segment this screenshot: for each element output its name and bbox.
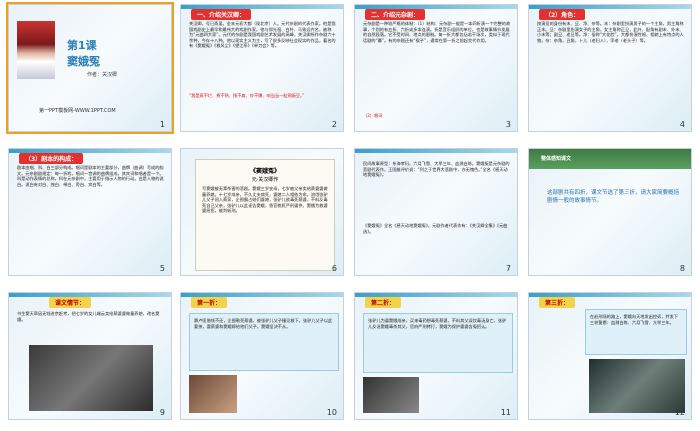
section-header: （2）角色： (539, 9, 586, 20)
slide-thumbnail-2[interactable]: 一、介绍关汉卿： 关汉卿，号已斋叟。金末元初大都（现北京）人。元代杂剧的代表作家… (180, 4, 344, 132)
slide-body-text: 赛卢医借钱不还，企图勒死蔡婆，被张驴儿父子撞见救下。张驴儿父子以此要挟，要蔡婆和… (194, 318, 333, 329)
slide-number: 4 (679, 120, 685, 129)
slide-body-text: 按演员的身份有末、旦、净、杂等。末：杂剧里扮演男子的一个主角，男主角称正末。旦：… (537, 21, 684, 43)
section-header: （3）剧本的构成： (19, 153, 84, 164)
slide-thumbnail-8[interactable]: 整体感知课文 这部剧共有四折，课文节选了第三折，请大家简要概括剧情一般的故事情节… (528, 148, 692, 276)
section-label: 第二折： (365, 297, 402, 308)
slide-body-text: 元杂剧是一种较严格的体制：（1）结构：元杂剧一般是一本四折演一个完整的故事，个别… (363, 21, 511, 43)
slide-title: 整体感知课文 (541, 156, 572, 162)
doc-subtitle: 元·关汉卿作 (251, 177, 279, 183)
film-still-image (29, 345, 153, 411)
footer-text: 第一PPT模板网-WWW.1PPT.COM (39, 108, 116, 114)
slide-thumbnail-5[interactable]: （3）剧本的构成： 剧本由唱、科、白三部分构成。唱词是剧本的主要部分，曲牌（曲调… (8, 148, 172, 276)
header-band (355, 149, 517, 153)
opera-figure-image (17, 21, 55, 79)
film-still-image (363, 377, 419, 413)
slide-thumbnail-6[interactable]: 《窦娥冤》 元·关汉卿作 写窦娥被无辜杀害的悲剧。窦娥三岁丧母，七岁被父亲卖给蔡… (180, 148, 344, 276)
slide-number: 7 (505, 264, 511, 273)
document-panel: 《窦娥冤》 元·关汉卿作 写窦娥被无辜杀害的悲剧。窦娥三岁丧母，七岁被父亲卖给蔡… (195, 159, 335, 271)
slide-number: 2 (331, 120, 337, 129)
slide-thumbnail-1[interactable]: 第1课 窦娥冤 作者：关汉卿 第一PPT模板网-WWW.1PPT.COM 1 (6, 2, 174, 134)
slide-number: 3 (505, 120, 511, 129)
slide-number: 9 (159, 408, 165, 417)
slide-body-text: 张驴儿为逼窦娥成亲，买来毒药想毒死蔡婆，不料其父误饮毒汤身亡，张驴儿反诬窦娥毒杀… (368, 318, 507, 329)
film-still-image (589, 359, 685, 413)
film-still-image (189, 375, 237, 413)
slide-body-text: 书生窦天章因无钱进京赶考，把七岁的女儿端云卖给蔡婆婆做童养媳，改名窦娥。 (17, 311, 160, 322)
slide-body-text: 民间故事原型：东海孝妇。六月飞雪、大旱三年、血溅白练。窦娥冤是元杂剧的悲剧代表作… (363, 161, 510, 178)
slide-thumbnail-12[interactable]: 第三折： 在赴刑场的路上，窦娥向天地发出控诉，并发下三桩誓愿：血溅白练、六月飞雪… (528, 292, 692, 420)
slide-number: 12 (674, 408, 685, 417)
slide-thumbnail-7[interactable]: 民间故事原型：东海孝妇。六月飞雪、大旱三年、血溅白练。窦娥冤是元杂剧的悲剧代表作… (354, 148, 518, 276)
slide-body-text: 剧本由唱、科、白三部分构成。唱词是剧本的主要部分，曲牌（曲调）写成的韵文。元杂剧… (17, 165, 164, 187)
slide-number: 11 (500, 408, 511, 417)
doc-body-text: 写窦娥被无辜杀害的悲剧。窦娥三岁丧母，七岁被父亲卖给蔡婆婆做童养媳。十七岁成亲，… (202, 186, 328, 214)
text-box: 在赴刑场的路上，窦娥向天地发出控诉，并发下三桩誓愿：血溅白练、六月飞雪、亢旱三年… (585, 309, 687, 355)
section-header: 一、介绍关汉卿： (191, 9, 252, 20)
slide-body-text: 这部剧共有四折，课文节选了第三折，请大家简要概括剧情一般的故事情节。 (547, 190, 680, 204)
slide-subtitle: 窦娥冤 (67, 55, 100, 68)
slide-extra-text: 《窦娥冤》全名《感天动地窦娥冤》。元剧作者代表作有：《关汉卿全集》《元曲选》。 (363, 223, 508, 234)
slide-thumbnail-11[interactable]: 第二折： 张驴儿为逼窦娥成亲，买来毒药想毒死蔡婆，不料其父误饮毒汤身亡，张驴儿反… (354, 292, 518, 420)
slide-thumbnail-3[interactable]: 二、介绍元杂剧： 元杂剧是一种较严格的体制：（1）结构：元杂剧一般是一本四折演一… (354, 4, 518, 132)
slide-thumbnail-4[interactable]: （2）角色： 按演员的身份有末、旦、净、杂等。末：杂剧里扮演男子的一个主角，男主… (528, 4, 692, 132)
author-label: 作者：关汉卿 (87, 72, 118, 78)
text-box: 赛卢医借钱不还，企图勒死蔡婆，被张驴儿父子撞见救下。张驴儿父子以此要挟，要蔡婆和… (189, 313, 339, 371)
slide-number: 5 (159, 264, 165, 273)
highlight-quote: “我是蒸不烂、煮不熟、捶不扁、炒不爆、响当当一粒铜豌豆。” (189, 93, 305, 98)
slide-number: 6 (331, 264, 337, 273)
slide-number: 10 (326, 408, 337, 417)
slide-number: 1 (159, 120, 165, 129)
doc-title: 《窦娥冤》 (249, 168, 280, 175)
slide-body-text: 在赴刑场的路上，窦娥向天地发出控诉，并发下三桩誓愿：血溅白练、六月飞雪、亢旱三年… (590, 314, 678, 325)
slide-number: 8 (679, 264, 685, 273)
section-label: 课文情节： (49, 297, 92, 308)
section-label: 第一折： (191, 297, 228, 308)
slide-thumbnail-10[interactable]: 第一折： 赛卢医借钱不还，企图勒死蔡婆，被张驴儿父子撞见救下。张驴儿父子以此要挟… (180, 292, 344, 420)
section-header: 二、介绍元杂剧： (365, 9, 426, 20)
section-label: 第三折： (539, 297, 576, 308)
text-box: 张驴儿为逼窦娥成亲，买来毒药想毒死蔡婆，不料其父误饮毒汤身亡，张驴儿反诬窦娥毒杀… (363, 313, 513, 373)
slide-body-text: 关汉卿，号已斋叟。金末元初大都（现北京）人。元代杂剧的代表作家。他是我国戏剧史上… (189, 21, 336, 49)
slide-thumbnail-9[interactable]: 课文情节： 书生窦天章因无钱进京赶考，把七岁的女儿端云卖给蔡婆婆做童养媳，改名窦… (8, 292, 172, 420)
subsection-label: （2）唱词 (363, 113, 383, 118)
slide-title: 第1课 (67, 39, 97, 52)
